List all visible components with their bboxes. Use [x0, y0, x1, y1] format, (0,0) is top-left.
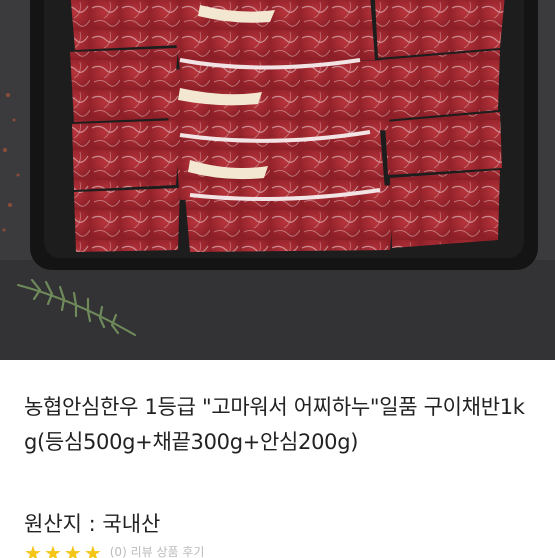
beef-tray-photo [0, 0, 555, 360]
star-icon: ★ [24, 544, 42, 558]
star-icon: ★ [43, 544, 62, 558]
origin-label: 원산지 : 국내산 [24, 512, 161, 536]
star-icon: ★ [83, 544, 102, 558]
product-image [0, 0, 555, 360]
beef-cuts [70, 0, 505, 252]
review-count-text: (0) 리뷰 상품 후기 [109, 545, 205, 558]
star-icon: ★ [63, 544, 82, 558]
product-title: 농협안심한우 1등급 "고마워서 어찌하누"일품 구이채반1kg(등심500g+… [24, 395, 525, 454]
product-info: 농협안심한우 1등급 "고마워서 어찌하누"일품 구이채반1kg(등심500g+… [0, 360, 555, 558]
rating-row[interactable]: ★ ★ ★ ★ (0) 리뷰 상품 후기 [24, 544, 204, 558]
